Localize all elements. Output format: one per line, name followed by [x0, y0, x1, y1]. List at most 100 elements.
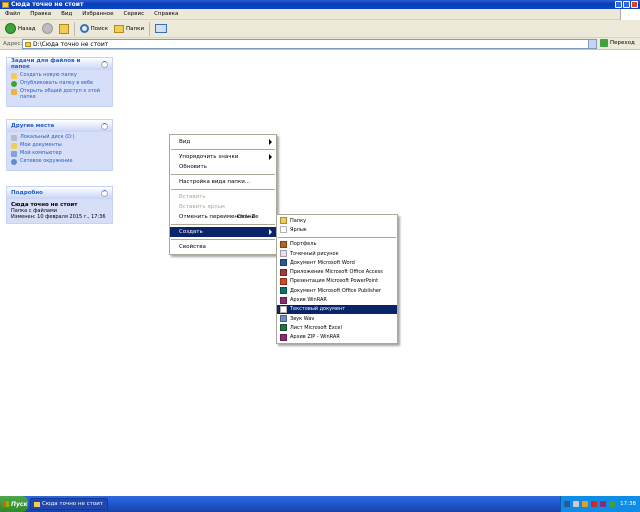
folder-content-area[interactable]: Задачи для файлов и папок ^ Создать нову… — [0, 51, 640, 496]
collapse-chevron-icon[interactable]: ^ — [101, 60, 108, 68]
menu-file[interactable]: Файл — [0, 11, 25, 17]
task-publish-web[interactable]: Опубликовать папку в вебе — [11, 80, 108, 87]
minimize-button[interactable] — [615, 1, 622, 8]
menu-view[interactable]: Вид — [56, 11, 77, 17]
submenu-item-shortcut[interactable]: Ярлык — [277, 225, 397, 234]
taskbar-window-label: Сюда точно не стоит — [42, 501, 104, 507]
place-my-computer[interactable]: Мой компьютер — [11, 150, 108, 157]
go-label: Переход — [610, 40, 635, 46]
place-label: Локальный диск (D:) — [20, 134, 75, 140]
bitmap-icon — [280, 250, 287, 258]
menu-item-view[interactable]: Вид — [170, 137, 276, 147]
toolbar-separator — [149, 21, 151, 36]
submenu-item-powerpoint[interactable]: Презентация Microsoft PowerPoint — [277, 277, 397, 286]
windows-logo-icon — [620, 9, 640, 20]
submenu-item-access[interactable]: Приложение Microsoft Office Access — [277, 267, 397, 276]
collapse-chevron-icon[interactable]: ^ — [101, 189, 108, 197]
details-panel-header[interactable]: Подробно ^ — [7, 187, 112, 199]
menu-item-new[interactable]: Создать — [170, 227, 276, 237]
menu-item-arrange-icons[interactable]: Упорядочить значки — [170, 152, 276, 162]
forward-button[interactable] — [39, 21, 56, 37]
tasks-panel-header[interactable]: Задачи для файлов и папок ^ — [7, 58, 112, 70]
go-button[interactable]: Переход — [600, 39, 635, 47]
collapse-chevron-icon[interactable]: ^ — [101, 122, 108, 130]
place-network[interactable]: Сетевое окружение — [11, 158, 108, 165]
submenu-arrow-icon — [269, 139, 272, 145]
back-button[interactable]: Назад — [2, 21, 39, 37]
new-folder-icon — [11, 73, 17, 79]
menu-item-label: Вид — [179, 139, 191, 145]
submenu-item-label: Портфель — [290, 241, 317, 248]
menu-help[interactable]: Справка — [149, 11, 183, 17]
menu-edit[interactable]: Правка — [25, 11, 56, 17]
security-icon[interactable] — [591, 501, 598, 507]
menu-tools[interactable]: Сервис — [119, 11, 150, 17]
menu-favorites[interactable]: Избранное — [77, 11, 118, 17]
submenu-arrow-icon — [269, 229, 272, 235]
menu-item-label: Вставить — [179, 194, 206, 200]
tray-app-icon[interactable] — [582, 501, 589, 507]
folder-icon — [280, 217, 287, 225]
word-document-icon — [280, 259, 287, 267]
documents-folder-icon — [11, 143, 17, 149]
submenu-item-briefcase[interactable]: Портфель — [277, 240, 397, 249]
menu-item-customize[interactable]: Настройка вида папки... — [170, 177, 276, 187]
submenu-item-folder[interactable]: Папку — [277, 216, 397, 225]
tasks-panel: Задачи для файлов и папок ^ Создать нову… — [6, 57, 113, 107]
menu-separator — [171, 239, 275, 240]
submenu-item-word[interactable]: Документ Microsoft Word — [277, 258, 397, 267]
views-icon — [155, 24, 168, 33]
task-new-folder[interactable]: Создать новую папку — [11, 72, 108, 79]
submenu-item-label: Презентация Microsoft PowerPoint — [290, 278, 379, 285]
submenu-item-label: Ярлык — [290, 226, 307, 233]
submenu-item-rar[interactable]: Архив WinRAR — [277, 295, 397, 304]
menu-item-label: Настройка вида папки... — [179, 179, 251, 185]
places-panel-header[interactable]: Другие места ^ — [7, 120, 112, 132]
place-my-documents[interactable]: Мои документы — [11, 142, 108, 149]
submenu-item-publisher[interactable]: Документ Microsoft Office Publisher — [277, 286, 397, 295]
submenu-item-bitmap[interactable]: Точечный рисунок — [277, 249, 397, 258]
address-dropdown-button[interactable] — [588, 40, 596, 48]
task-share-folder[interactable]: Открыть общий доступ к этой папке — [11, 88, 108, 101]
submenu-item-label: Документ Microsoft Office Publisher — [290, 287, 382, 294]
tray-app-icon[interactable] — [600, 501, 607, 507]
shortcut-icon — [280, 226, 287, 234]
menu-item-paste: Вставить — [170, 192, 276, 202]
task-label: Создать новую папку — [20, 72, 77, 78]
back-label: Назад — [18, 25, 36, 32]
speaker-icon[interactable] — [573, 501, 580, 507]
excel-icon — [280, 324, 287, 332]
close-button[interactable] — [631, 1, 638, 8]
place-label: Мои документы — [20, 142, 62, 148]
start-button[interactable]: Пуск — [0, 496, 28, 512]
briefcase-icon — [280, 240, 287, 248]
menu-item-refresh[interactable]: Обновить — [170, 162, 276, 172]
taskbar-window-button[interactable]: Сюда точно не стоит — [30, 498, 108, 510]
menu-item-shortcut: Ctrl+Z — [237, 214, 256, 220]
submenu-item-text-document[interactable]: Текстовый документ — [277, 304, 397, 314]
maximize-button[interactable] — [623, 1, 630, 8]
start-label: Пуск — [11, 500, 28, 508]
window-title: Сюда точно не стоит — [11, 1, 84, 8]
menu-item-properties[interactable]: Свойства — [170, 242, 276, 252]
folders-button[interactable]: Папки — [111, 21, 147, 37]
menu-separator — [171, 149, 275, 150]
submenu-arrow-icon — [269, 154, 272, 160]
task-label: Опубликовать папку в вебе — [20, 80, 94, 86]
address-value: D:\Сюда точно не стоит — [33, 40, 109, 48]
place-local-disk[interactable]: Локальный диск (D:) — [11, 134, 108, 141]
clock[interactable]: 17:38 — [620, 501, 636, 507]
submenu-item-label: Архив ZIP - WinRAR — [290, 334, 340, 341]
language-icon[interactable] — [564, 501, 571, 507]
menu-bar: Файл Правка Вид Избранное Сервис Справка — [0, 9, 640, 20]
submenu-item-excel[interactable]: Лист Microsoft Excel — [277, 323, 397, 332]
menu-item-undo-rename[interactable]: Отменить переименование Ctrl+Z — [170, 212, 276, 222]
places-panel-title: Другие места — [11, 123, 55, 129]
views-button[interactable] — [152, 21, 170, 37]
address-input[interactable]: D:\Сюда точно не стоит — [22, 39, 597, 49]
search-button[interactable]: Поиск — [77, 21, 111, 37]
submenu-item-wav[interactable]: Звук Wav — [277, 314, 397, 323]
up-button[interactable] — [56, 21, 72, 37]
submenu-item-zip[interactable]: Архив ZIP - WinRAR — [277, 333, 397, 342]
network-tray-icon[interactable] — [609, 501, 616, 507]
